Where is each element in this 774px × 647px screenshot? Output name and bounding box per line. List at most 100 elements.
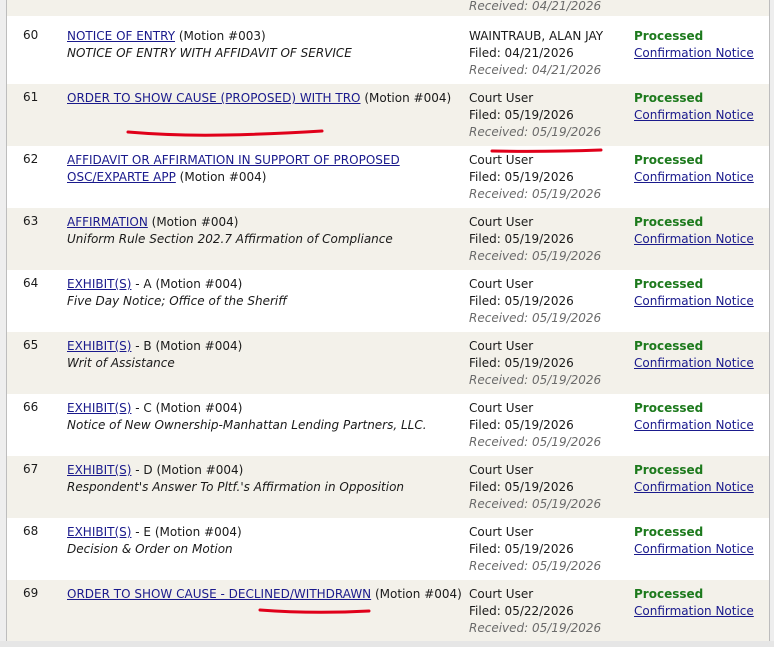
received-date: Received: 04/21/2026: [469, 63, 602, 77]
status-cell: Processed Confirmation Notice: [634, 28, 754, 62]
motion-number: (Motion #004): [155, 277, 243, 291]
received-date: Received: 05/19/2026: [469, 435, 602, 449]
document-description: Decision & Order on Motion: [67, 542, 233, 556]
document-description: Writ of Assistance: [67, 356, 175, 370]
motion-number: (Motion #004): [151, 215, 239, 229]
exhibit-letter: - C: [135, 401, 152, 415]
filing-info: Court User Filed: 05/19/2026 Received: 05/…: [469, 524, 601, 575]
motion-number: (Motion #004): [154, 525, 242, 539]
status-badge: Processed: [634, 401, 704, 415]
filing-info: WAINTRAUB, ALAN JAY Filed: 04/21/2026 Rece…: [469, 28, 603, 79]
filing-info: Court User Filed: 05/19/2026 Received: 05/…: [469, 338, 601, 389]
motion-number: (Motion #004): [179, 170, 267, 184]
document-link[interactable]: ORDER TO SHOW CAUSE (PROPOSED) WITH TRO: [67, 91, 361, 105]
status-badge: Processed: [634, 215, 704, 229]
filed-by: Court User: [469, 401, 534, 415]
document-link[interactable]: EXHIBIT(S): [67, 277, 131, 291]
table-row: 66 EXHIBIT(S) - C (Motion #004) Notice of …: [7, 394, 769, 456]
table-row: 69 ORDER TO SHOW CAUSE - DECLINED/WITHDRA…: [7, 580, 769, 641]
filing-info: Court User Filed: 05/19/2026 Received: 05/…: [469, 400, 601, 451]
filed-date: Filed: 05/19/2026: [469, 294, 574, 308]
received-date: Received: 04/21/2026: [469, 0, 602, 13]
confirmation-notice-link[interactable]: Confirmation Notice: [634, 542, 754, 556]
document-number: 63: [23, 214, 39, 228]
document-number: 62: [23, 152, 39, 166]
confirmation-notice-link[interactable]: Confirmation Notice: [634, 356, 754, 370]
document-number: 67: [23, 462, 39, 476]
document-number: 68: [23, 524, 39, 538]
filed-date: Filed: 05/19/2026: [469, 418, 574, 432]
confirmation-notice-link[interactable]: Confirmation Notice: [634, 46, 754, 60]
document-description: Notice of New Ownership-Manhattan Lendin…: [67, 418, 427, 432]
filed-by: Court User: [469, 587, 534, 601]
document-link[interactable]: EXHIBIT(S): [67, 339, 131, 353]
document-cell: EXHIBIT(S) - A (Motion #004) Five Day Not…: [67, 276, 467, 310]
confirmation-notice-link[interactable]: Confirmation Notice: [634, 170, 754, 184]
filing-info: Court User Filed: 05/19/2026 Received: 05/…: [469, 152, 601, 203]
table-row: 61 ORDER TO SHOW CAUSE (PROPOSED) WITH TR…: [7, 84, 769, 146]
status-badge: Processed: [634, 525, 704, 539]
bottom-scroll-edge: [0, 641, 774, 647]
table-row: 68 EXHIBIT(S) - E (Motion #004) Decision &…: [7, 518, 769, 580]
filed-by: Court User: [469, 339, 534, 353]
table-row: 65 EXHIBIT(S) - B (Motion #004) Writ of As…: [7, 332, 769, 394]
status-badge: Processed: [634, 91, 704, 105]
received-date: Received: 05/19/2026: [469, 125, 602, 139]
document-link[interactable]: EXHIBIT(S): [67, 463, 131, 477]
filed-date: Filed: 05/19/2026: [469, 170, 574, 184]
document-link[interactable]: AFFIRMATION: [67, 215, 148, 229]
status-badge: Processed: [634, 463, 704, 477]
received-date: Received: 05/19/2026: [469, 249, 602, 263]
received-date: Received: 05/19/2026: [469, 311, 602, 325]
document-number: 60: [23, 28, 39, 42]
document-description: Respondent's Answer To Pltf.'s Affirmati…: [67, 480, 405, 494]
exhibit-letter: - B: [135, 339, 152, 353]
filed-by: Court User: [469, 525, 534, 539]
document-number: 64: [23, 276, 39, 290]
confirmation-notice-link[interactable]: Confirmation Notice: [634, 480, 754, 494]
received-date: Received: 05/19/2026: [469, 559, 602, 573]
motion-number: (Motion #004): [364, 91, 452, 105]
received-date: Received: 05/19/2026: [469, 373, 602, 387]
filed-by: Court User: [469, 91, 534, 105]
table-row-partial: Received: 04/21/2026: [7, 0, 769, 16]
document-number: 61: [23, 90, 39, 104]
status-cell: Processed Confirmation Notice: [634, 214, 754, 248]
document-link[interactable]: ORDER TO SHOW CAUSE - DECLINED/WITHDRAWN: [67, 587, 371, 601]
document-cell: NOTICE OF ENTRY (Motion #003) NOTICE OF E…: [67, 28, 467, 62]
status-cell: Processed Confirmation Notice: [634, 400, 754, 434]
document-description: NOTICE OF ENTRY WITH AFFIDAVIT OF SERVIC…: [67, 46, 352, 60]
document-link[interactable]: EXHIBIT(S): [67, 401, 131, 415]
status-cell: Processed Confirmation Notice: [634, 338, 754, 372]
confirmation-notice-link[interactable]: Confirmation Notice: [634, 232, 754, 246]
filed-by: Court User: [469, 215, 534, 229]
status-badge: Processed: [634, 29, 704, 43]
status-badge: Processed: [634, 153, 704, 167]
document-cell: AFFIDAVIT OR AFFIRMATION IN SUPPORT OF P…: [67, 152, 467, 186]
status-cell: Processed Confirmation Notice: [634, 462, 754, 496]
document-link[interactable]: EXHIBIT(S): [67, 525, 131, 539]
red-underline-annotation-3: [258, 608, 371, 614]
filed-by: Court User: [469, 277, 534, 291]
confirmation-notice-link[interactable]: Confirmation Notice: [634, 604, 754, 618]
confirmation-notice-link[interactable]: Confirmation Notice: [634, 294, 754, 308]
red-underline-annotation-1: [126, 129, 324, 137]
status-cell: Processed Confirmation Notice: [634, 524, 754, 558]
table-row: 67 EXHIBIT(S) - D (Motion #004) Respondent…: [7, 456, 769, 518]
table-row: 60 NOTICE OF ENTRY (Motion #003) NOTICE OF…: [7, 22, 769, 84]
motion-number: (Motion #004): [374, 587, 462, 601]
filing-info: Court User Filed: 05/22/2026 Received: 05/…: [469, 586, 601, 637]
motion-number: (Motion #004): [156, 463, 244, 477]
confirmation-notice-link[interactable]: Confirmation Notice: [634, 108, 754, 122]
status-cell: Processed Confirmation Notice: [634, 586, 754, 620]
motion-number: (Motion #003): [178, 29, 266, 43]
confirmation-notice-link[interactable]: Confirmation Notice: [634, 418, 754, 432]
table-row: 64 EXHIBIT(S) - A (Motion #004) Five Day N…: [7, 270, 769, 332]
document-cell: EXHIBIT(S) - D (Motion #004) Respondent's…: [67, 462, 467, 496]
filed-date: Filed: 05/19/2026: [469, 542, 574, 556]
filed-by: Court User: [469, 463, 534, 477]
table-row: 63 AFFIRMATION (Motion #004) Uniform Rule …: [7, 208, 769, 270]
status-cell: Processed Confirmation Notice: [634, 90, 754, 124]
document-link[interactable]: NOTICE OF ENTRY: [67, 29, 175, 43]
filing-info: Court User Filed: 05/19/2026 Received: 05/…: [469, 276, 601, 327]
